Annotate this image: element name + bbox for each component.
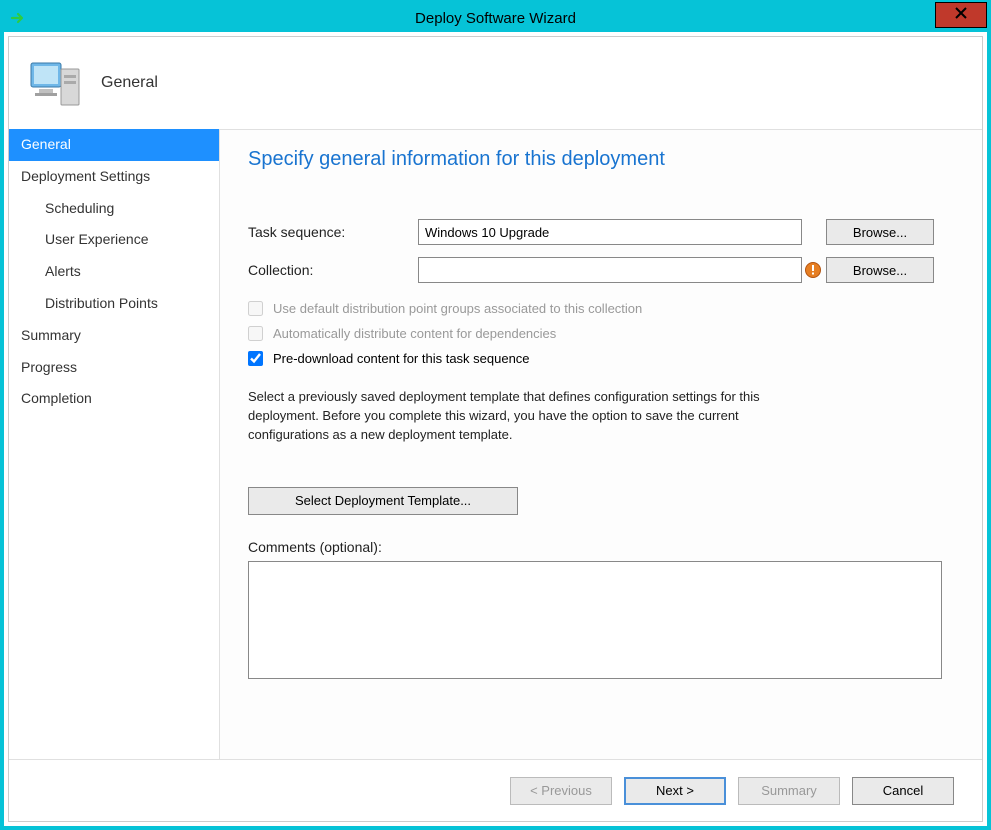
cancel-button[interactable]: Cancel	[852, 777, 954, 805]
check-default-dp-row: Use default distribution point groups as…	[248, 301, 954, 316]
sidebar-item-label: Distribution Points	[45, 295, 158, 311]
task-sequence-label: Task sequence:	[248, 224, 418, 240]
collection-label: Collection:	[248, 262, 418, 278]
summary-button: Summary	[738, 777, 840, 805]
comments-textarea[interactable]	[248, 561, 942, 679]
warning-icon	[804, 261, 822, 279]
collection-input[interactable]	[418, 257, 802, 283]
check-auto-dist-row: Automatically distribute content for dep…	[248, 326, 954, 341]
header-banner: General	[9, 37, 982, 129]
sidebar-item-completion[interactable]: Completion	[9, 383, 219, 415]
sidebar-item-summary[interactable]: Summary	[9, 320, 219, 352]
sidebar-item-label: Summary	[21, 327, 81, 343]
check-predownload[interactable]	[248, 351, 263, 366]
sidebar-item-deployment-settings[interactable]: Deployment Settings	[9, 161, 219, 193]
check-predownload-label: Pre-download content for this task seque…	[273, 351, 530, 366]
comments-label: Comments (optional):	[248, 539, 954, 555]
check-auto-dist	[248, 326, 263, 341]
check-predownload-row: Pre-download content for this task seque…	[248, 351, 954, 366]
previous-button: < Previous	[510, 777, 612, 805]
next-button[interactable]: Next >	[624, 777, 726, 805]
help-text: Select a previously saved deployment tem…	[248, 388, 808, 445]
close-icon	[954, 6, 968, 25]
footer: < Previous Next > Summary Cancel	[9, 759, 982, 821]
sidebar: General Deployment Settings Scheduling U…	[9, 129, 219, 759]
computer-icon	[29, 57, 81, 109]
sidebar-item-progress[interactable]: Progress	[9, 352, 219, 384]
content-area: General Deployment Settings Scheduling U…	[9, 129, 982, 759]
check-default-dp	[248, 301, 263, 316]
check-auto-dist-label: Automatically distribute content for dep…	[273, 326, 556, 341]
sidebar-item-label: General	[21, 136, 71, 152]
sidebar-item-scheduling[interactable]: Scheduling	[9, 193, 219, 225]
forward-arrow-icon	[8, 8, 28, 28]
sidebar-item-general[interactable]: General	[9, 129, 219, 161]
select-template-button[interactable]: Select Deployment Template...	[248, 487, 518, 515]
sidebar-item-label: User Experience	[45, 231, 149, 247]
browse-task-sequence-button[interactable]: Browse...	[826, 219, 934, 245]
task-sequence-input[interactable]	[418, 219, 802, 245]
window-title: Deploy Software Wizard	[415, 10, 576, 27]
collection-row: Collection: Browse...	[248, 257, 954, 283]
titlebar: Deploy Software Wizard	[4, 4, 987, 32]
main-panel: Specify general information for this dep…	[219, 129, 982, 759]
header-label: General	[101, 74, 158, 92]
sidebar-item-alerts[interactable]: Alerts	[9, 256, 219, 288]
check-default-dp-label: Use default distribution point groups as…	[273, 301, 642, 316]
page-heading: Specify general information for this dep…	[248, 148, 954, 171]
sidebar-item-label: Alerts	[45, 263, 81, 279]
wizard-window: Deploy Software Wizard General	[0, 0, 991, 830]
browse-collection-button[interactable]: Browse...	[826, 257, 934, 283]
wizard-body: General General Deployment Settings Sche…	[8, 36, 983, 822]
sidebar-item-label: Progress	[21, 359, 77, 375]
sidebar-item-user-experience[interactable]: User Experience	[9, 224, 219, 256]
task-sequence-row: Task sequence: Browse...	[248, 219, 954, 245]
sidebar-item-label: Completion	[21, 390, 92, 406]
sidebar-item-label: Deployment Settings	[21, 168, 150, 184]
sidebar-item-label: Scheduling	[45, 200, 114, 216]
close-button[interactable]	[935, 2, 987, 28]
sidebar-item-distribution-points[interactable]: Distribution Points	[9, 288, 219, 320]
